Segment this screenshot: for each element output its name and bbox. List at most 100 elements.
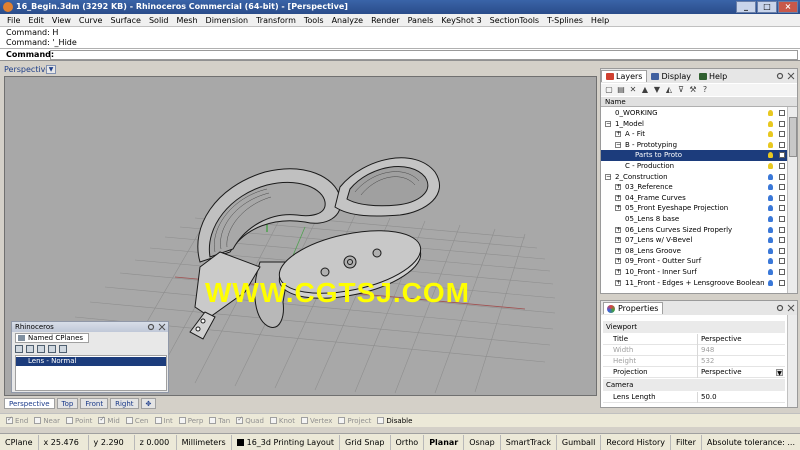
lock-icon[interactable]	[779, 184, 785, 191]
menu-item-view[interactable]: View	[48, 14, 75, 27]
property-value[interactable]: Perspective ▼	[697, 367, 785, 378]
lock-icon[interactable]	[779, 120, 785, 127]
lock-icon[interactable]	[779, 152, 785, 159]
osnap-tan[interactable]: Tan	[209, 417, 230, 425]
command-input[interactable]	[50, 50, 798, 60]
osnap-mid[interactable]: Mid	[98, 415, 120, 425]
layer-row[interactable]: −1_Model	[601, 119, 787, 130]
lock-icon[interactable]	[779, 205, 785, 212]
close-button[interactable]: ×	[778, 1, 798, 13]
expand-toggle-icon[interactable]: +	[615, 279, 621, 286]
lightbulb-icon[interactable]	[768, 184, 773, 191]
expand-toggle-icon[interactable]: +	[615, 247, 621, 254]
lock-icon[interactable]	[779, 237, 785, 244]
menu-item-edit[interactable]: Edit	[24, 14, 48, 27]
new-sublayer-icon[interactable]: ▤	[617, 86, 625, 94]
layer-row[interactable]: +11_Front - Edges + Lensgroove Boolean	[601, 278, 787, 289]
checkbox[interactable]	[154, 417, 162, 424]
osnap-toggle[interactable]: Osnap	[464, 434, 501, 450]
layers-header[interactable]: Name	[601, 97, 797, 107]
layer-row[interactable]: +07_Lens w/ V-Bevel	[601, 235, 787, 246]
layer-row[interactable]: −2_Construction	[601, 172, 787, 183]
tab-front[interactable]: Front	[80, 398, 109, 409]
lightbulb-icon[interactable]	[768, 226, 773, 233]
layers-scrollbar[interactable]	[787, 107, 797, 293]
osnap-knot[interactable]: Knot	[269, 417, 295, 425]
lock-icon[interactable]	[779, 279, 785, 286]
lightbulb-icon[interactable]	[768, 163, 773, 169]
lock-icon[interactable]	[779, 163, 785, 169]
properties-scrollbar[interactable]	[787, 315, 797, 407]
lightbulb-icon[interactable]	[768, 247, 773, 254]
lightbulb-icon[interactable]	[768, 152, 773, 159]
checkbox[interactable]	[236, 415, 244, 424]
edit-icon[interactable]	[26, 345, 34, 353]
lightbulb-icon[interactable]	[768, 141, 773, 148]
lightbulb-icon[interactable]	[768, 237, 773, 244]
checkbox[interactable]	[6, 415, 13, 424]
expand-toggle-icon[interactable]: −	[615, 141, 621, 148]
menu-item-tools[interactable]: Tools	[300, 14, 328, 27]
lock-icon[interactable]	[779, 226, 785, 233]
expand-toggle-icon[interactable]: −	[605, 120, 611, 127]
tab-help[interactable]: Help	[695, 70, 731, 82]
checkbox[interactable]	[269, 417, 277, 424]
layer-row[interactable]: +09_Front - Outter Surf	[601, 256, 787, 267]
lock-icon[interactable]	[779, 141, 785, 148]
checkbox[interactable]	[125, 417, 133, 424]
menu-item-file[interactable]: File	[3, 14, 24, 27]
layer-row[interactable]: +05_Front Eyeshape Projection	[601, 203, 787, 214]
expand-toggle-icon[interactable]: +	[615, 237, 621, 244]
menu-item-transform[interactable]: Transform	[252, 14, 300, 27]
osnap-disable[interactable]: Disable	[377, 417, 412, 425]
lightbulb-icon[interactable]	[768, 269, 773, 275]
checkbox[interactable]	[178, 417, 186, 424]
maximize-button[interactable]: □	[757, 1, 777, 13]
layer-row[interactable]: +10_Front - Inner Surf	[601, 267, 787, 278]
filter-toggle[interactable]: Filter	[671, 434, 702, 450]
lock-icon[interactable]	[779, 110, 785, 116]
tab-properties[interactable]: Properties	[603, 302, 664, 314]
close-icon[interactable]	[787, 72, 795, 80]
gear-icon[interactable]	[147, 323, 155, 331]
filter-icon[interactable]: ⊽	[677, 86, 685, 94]
add-viewport-icon[interactable]: ✥	[140, 398, 157, 409]
gear-icon[interactable]	[776, 72, 784, 80]
menu-item-panels[interactable]: Panels	[404, 14, 438, 27]
lightbulb-icon[interactable]	[768, 216, 773, 222]
delete-icon[interactable]	[37, 345, 45, 353]
layer-row[interactable]: + A - Fit	[601, 129, 787, 140]
panel-title[interactable]: Rhinoceros	[12, 322, 168, 332]
expand-toggle-icon[interactable]: +	[615, 226, 621, 233]
menu-item-solid[interactable]: Solid	[145, 14, 173, 27]
settings-icon[interactable]	[48, 345, 56, 353]
layer-row[interactable]: 05_Lens 8 base	[601, 214, 787, 225]
osnap-cen[interactable]: Cen	[125, 417, 149, 425]
checkbox[interactable]	[98, 415, 106, 424]
ortho-toggle[interactable]: Ortho	[391, 434, 425, 450]
smarttrack-toggle[interactable]: SmartTrack	[501, 434, 557, 450]
lock-icon[interactable]	[779, 131, 785, 138]
list-item[interactable]: Lens - Normal	[16, 357, 166, 366]
close-icon[interactable]	[787, 304, 795, 312]
layer-row[interactable]: +08_Lens Groove	[601, 246, 787, 257]
gear-icon[interactable]	[776, 304, 784, 312]
tab-layers[interactable]: Layers	[601, 70, 648, 82]
lightbulb-icon[interactable]	[768, 205, 773, 212]
expand-toggle-icon[interactable]: −	[605, 173, 611, 180]
checkbox[interactable]	[338, 417, 346, 424]
menu-item-render[interactable]: Render	[367, 14, 403, 27]
checkbox[interactable]	[34, 417, 42, 424]
layer-status[interactable]: 16_3d Printing Layout	[232, 434, 341, 450]
new-layer-icon[interactable]: ▢	[605, 86, 613, 94]
menu-item-mesh[interactable]: Mesh	[172, 14, 201, 27]
lock-icon[interactable]	[779, 194, 785, 201]
menu-item-analyze[interactable]: Analyze	[328, 14, 368, 27]
lock-icon[interactable]	[779, 258, 785, 265]
property-value[interactable]: 50.0	[697, 392, 785, 403]
help-icon[interactable]	[59, 345, 67, 353]
expand-toggle-icon[interactable]: +	[615, 258, 621, 265]
property-value[interactable]: Perspective	[697, 334, 785, 345]
osnap-vertex[interactable]: Vertex	[300, 417, 332, 425]
delete-icon[interactable]: ✕	[629, 86, 637, 94]
